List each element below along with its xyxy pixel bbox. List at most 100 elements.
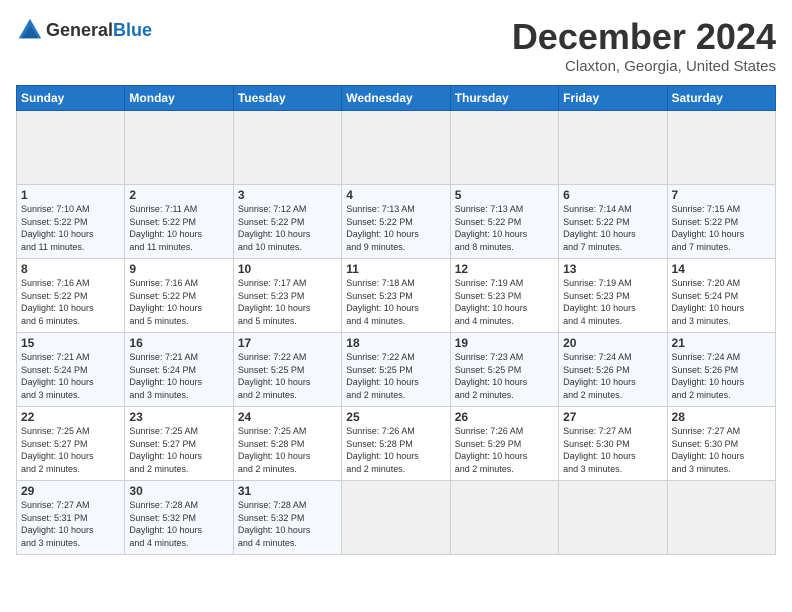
- col-sunday: Sunday: [17, 86, 125, 111]
- day-number: 13: [563, 262, 662, 276]
- calendar-cell: 20Sunrise: 7:24 AM Sunset: 5:26 PM Dayli…: [559, 333, 667, 407]
- week-row-2: 8Sunrise: 7:16 AM Sunset: 5:22 PM Daylig…: [17, 259, 776, 333]
- cell-info: Sunrise: 7:26 AM Sunset: 5:28 PM Dayligh…: [346, 425, 445, 475]
- day-number: 1: [21, 188, 120, 202]
- calendar-cell: 31Sunrise: 7:28 AM Sunset: 5:32 PM Dayli…: [233, 481, 341, 555]
- calendar-cell: 10Sunrise: 7:17 AM Sunset: 5:23 PM Dayli…: [233, 259, 341, 333]
- day-number: 26: [455, 410, 554, 424]
- cell-info: Sunrise: 7:25 AM Sunset: 5:27 PM Dayligh…: [21, 425, 120, 475]
- calendar-cell: 8Sunrise: 7:16 AM Sunset: 5:22 PM Daylig…: [17, 259, 125, 333]
- cell-info: Sunrise: 7:24 AM Sunset: 5:26 PM Dayligh…: [672, 351, 771, 401]
- week-row-5: 29Sunrise: 7:27 AM Sunset: 5:31 PM Dayli…: [17, 481, 776, 555]
- month-title: December 2024: [512, 16, 776, 58]
- calendar-cell: 5Sunrise: 7:13 AM Sunset: 5:22 PM Daylig…: [450, 185, 558, 259]
- cell-info: Sunrise: 7:23 AM Sunset: 5:25 PM Dayligh…: [455, 351, 554, 401]
- day-number: 20: [563, 336, 662, 350]
- logo: GeneralBlue: [16, 16, 152, 44]
- cell-info: Sunrise: 7:27 AM Sunset: 5:30 PM Dayligh…: [672, 425, 771, 475]
- calendar-cell: 4Sunrise: 7:13 AM Sunset: 5:22 PM Daylig…: [342, 185, 450, 259]
- calendar-cell: 9Sunrise: 7:16 AM Sunset: 5:22 PM Daylig…: [125, 259, 233, 333]
- calendar-cell: [125, 111, 233, 185]
- day-number: 15: [21, 336, 120, 350]
- cell-info: Sunrise: 7:15 AM Sunset: 5:22 PM Dayligh…: [672, 203, 771, 253]
- day-number: 25: [346, 410, 445, 424]
- cell-info: Sunrise: 7:28 AM Sunset: 5:32 PM Dayligh…: [238, 499, 337, 549]
- cell-info: Sunrise: 7:14 AM Sunset: 5:22 PM Dayligh…: [563, 203, 662, 253]
- day-number: 2: [129, 188, 228, 202]
- cell-info: Sunrise: 7:10 AM Sunset: 5:22 PM Dayligh…: [21, 203, 120, 253]
- cell-info: Sunrise: 7:26 AM Sunset: 5:29 PM Dayligh…: [455, 425, 554, 475]
- calendar-cell: 24Sunrise: 7:25 AM Sunset: 5:28 PM Dayli…: [233, 407, 341, 481]
- cell-info: Sunrise: 7:25 AM Sunset: 5:28 PM Dayligh…: [238, 425, 337, 475]
- title-area: December 2024 Claxton, Georgia, United S…: [512, 16, 776, 75]
- calendar-cell: 25Sunrise: 7:26 AM Sunset: 5:28 PM Dayli…: [342, 407, 450, 481]
- cell-info: Sunrise: 7:17 AM Sunset: 5:23 PM Dayligh…: [238, 277, 337, 327]
- col-monday: Monday: [125, 86, 233, 111]
- calendar-cell: [450, 481, 558, 555]
- calendar-cell: 19Sunrise: 7:23 AM Sunset: 5:25 PM Dayli…: [450, 333, 558, 407]
- calendar-cell: 16Sunrise: 7:21 AM Sunset: 5:24 PM Dayli…: [125, 333, 233, 407]
- col-tuesday: Tuesday: [233, 86, 341, 111]
- calendar-cell: 28Sunrise: 7:27 AM Sunset: 5:30 PM Dayli…: [667, 407, 775, 481]
- day-number: 21: [672, 336, 771, 350]
- col-friday: Friday: [559, 86, 667, 111]
- week-row-1: 1Sunrise: 7:10 AM Sunset: 5:22 PM Daylig…: [17, 185, 776, 259]
- logo-text-blue: Blue: [113, 20, 152, 40]
- calendar-cell: 3Sunrise: 7:12 AM Sunset: 5:22 PM Daylig…: [233, 185, 341, 259]
- day-number: 22: [21, 410, 120, 424]
- cell-info: Sunrise: 7:24 AM Sunset: 5:26 PM Dayligh…: [563, 351, 662, 401]
- day-number: 11: [346, 262, 445, 276]
- calendar-cell: 21Sunrise: 7:24 AM Sunset: 5:26 PM Dayli…: [667, 333, 775, 407]
- calendar-cell: 6Sunrise: 7:14 AM Sunset: 5:22 PM Daylig…: [559, 185, 667, 259]
- calendar-cell: 11Sunrise: 7:18 AM Sunset: 5:23 PM Dayli…: [342, 259, 450, 333]
- calendar-cell: 27Sunrise: 7:27 AM Sunset: 5:30 PM Dayli…: [559, 407, 667, 481]
- cell-info: Sunrise: 7:21 AM Sunset: 5:24 PM Dayligh…: [129, 351, 228, 401]
- cell-info: Sunrise: 7:19 AM Sunset: 5:23 PM Dayligh…: [455, 277, 554, 327]
- header-area: GeneralBlue December 2024 Claxton, Georg…: [16, 16, 776, 75]
- day-number: 16: [129, 336, 228, 350]
- calendar-cell: 13Sunrise: 7:19 AM Sunset: 5:23 PM Dayli…: [559, 259, 667, 333]
- cell-info: Sunrise: 7:16 AM Sunset: 5:22 PM Dayligh…: [21, 277, 120, 327]
- cell-info: Sunrise: 7:22 AM Sunset: 5:25 PM Dayligh…: [238, 351, 337, 401]
- calendar-cell: [342, 111, 450, 185]
- calendar-cell: 1Sunrise: 7:10 AM Sunset: 5:22 PM Daylig…: [17, 185, 125, 259]
- logo-text-general: General: [46, 20, 113, 40]
- cell-info: Sunrise: 7:18 AM Sunset: 5:23 PM Dayligh…: [346, 277, 445, 327]
- day-number: 3: [238, 188, 337, 202]
- cell-info: Sunrise: 7:13 AM Sunset: 5:22 PM Dayligh…: [346, 203, 445, 253]
- day-number: 23: [129, 410, 228, 424]
- day-number: 8: [21, 262, 120, 276]
- day-number: 14: [672, 262, 771, 276]
- calendar-cell: 14Sunrise: 7:20 AM Sunset: 5:24 PM Dayli…: [667, 259, 775, 333]
- cell-info: Sunrise: 7:27 AM Sunset: 5:30 PM Dayligh…: [563, 425, 662, 475]
- week-row-0: [17, 111, 776, 185]
- cell-info: Sunrise: 7:22 AM Sunset: 5:25 PM Dayligh…: [346, 351, 445, 401]
- calendar-cell: 29Sunrise: 7:27 AM Sunset: 5:31 PM Dayli…: [17, 481, 125, 555]
- cell-info: Sunrise: 7:20 AM Sunset: 5:24 PM Dayligh…: [672, 277, 771, 327]
- calendar-cell: [233, 111, 341, 185]
- calendar-cell: 15Sunrise: 7:21 AM Sunset: 5:24 PM Dayli…: [17, 333, 125, 407]
- cell-info: Sunrise: 7:28 AM Sunset: 5:32 PM Dayligh…: [129, 499, 228, 549]
- day-number: 4: [346, 188, 445, 202]
- cell-info: Sunrise: 7:19 AM Sunset: 5:23 PM Dayligh…: [563, 277, 662, 327]
- day-number: 5: [455, 188, 554, 202]
- day-number: 6: [563, 188, 662, 202]
- calendar-cell: 17Sunrise: 7:22 AM Sunset: 5:25 PM Dayli…: [233, 333, 341, 407]
- calendar-cell: 7Sunrise: 7:15 AM Sunset: 5:22 PM Daylig…: [667, 185, 775, 259]
- cell-info: Sunrise: 7:11 AM Sunset: 5:22 PM Dayligh…: [129, 203, 228, 253]
- day-number: 18: [346, 336, 445, 350]
- calendar-table: Sunday Monday Tuesday Wednesday Thursday…: [16, 85, 776, 555]
- calendar-cell: [559, 111, 667, 185]
- cell-info: Sunrise: 7:27 AM Sunset: 5:31 PM Dayligh…: [21, 499, 120, 549]
- calendar-cell: [559, 481, 667, 555]
- day-number: 30: [129, 484, 228, 498]
- day-number: 10: [238, 262, 337, 276]
- calendar-cell: [667, 481, 775, 555]
- calendar-cell: 26Sunrise: 7:26 AM Sunset: 5:29 PM Dayli…: [450, 407, 558, 481]
- cell-info: Sunrise: 7:13 AM Sunset: 5:22 PM Dayligh…: [455, 203, 554, 253]
- calendar-cell: 12Sunrise: 7:19 AM Sunset: 5:23 PM Dayli…: [450, 259, 558, 333]
- day-number: 7: [672, 188, 771, 202]
- calendar-container: GeneralBlue December 2024 Claxton, Georg…: [0, 0, 792, 563]
- col-wednesday: Wednesday: [342, 86, 450, 111]
- logo-icon: [16, 16, 44, 44]
